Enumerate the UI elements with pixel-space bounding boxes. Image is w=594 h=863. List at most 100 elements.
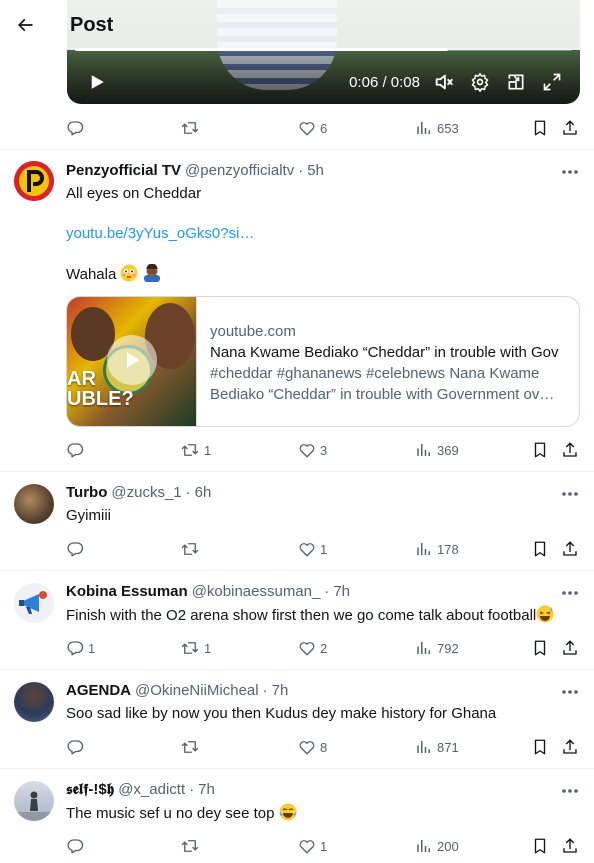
bookmark-button[interactable] (531, 439, 549, 461)
share-button[interactable] (561, 835, 579, 857)
user-handle[interactable]: @penzyofficialtv (185, 162, 294, 179)
reply-button[interactable] (66, 736, 88, 758)
reply-button[interactable]: 1 (66, 637, 95, 659)
avatar[interactable] (14, 781, 54, 821)
heart-icon (299, 444, 315, 458)
share-icon (563, 442, 577, 457)
user-name[interactable]: Kobina Essuman (66, 583, 188, 600)
tweet-time[interactable]: 7h (198, 781, 215, 798)
divider (0, 570, 594, 571)
tweet-time[interactable]: 7h (272, 682, 289, 699)
tweet-actions: 8 871 (66, 736, 582, 758)
link-preview-card[interactable]: AR UBLE? youtube.com Nana Kwame Bediako … (66, 296, 580, 427)
user-handle[interactable]: @x_adictt (118, 781, 185, 798)
like-button[interactable]: 6 (298, 117, 327, 139)
arrow-left-icon (17, 18, 33, 32)
like-button[interactable]: 1 (298, 835, 327, 857)
bookmark-button[interactable] (531, 736, 549, 758)
user-handle[interactable]: @OkineNiiMicheal (135, 682, 259, 699)
share-button[interactable] (561, 439, 579, 461)
avatar[interactable] (14, 583, 54, 623)
views-button[interactable]: 369 (415, 439, 459, 461)
flushed-face-emoji-icon (120, 264, 138, 282)
user-handle[interactable]: @zucks_1 (111, 484, 181, 501)
views-button[interactable]: 871 (415, 736, 459, 758)
more-button[interactable] (558, 583, 582, 603)
like-button[interactable]: 3 (298, 439, 327, 461)
views-button[interactable]: 178 (415, 538, 459, 560)
page-title: Post (70, 13, 114, 36)
fullscreen-button[interactable] (534, 64, 570, 100)
more-button[interactable] (558, 484, 582, 504)
tweet-time[interactable]: 6h (195, 484, 212, 501)
views-button[interactable]: 200 (415, 835, 459, 857)
retweet-button[interactable] (180, 538, 204, 560)
settings-button[interactable] (462, 64, 498, 100)
avatar[interactable] (14, 484, 54, 524)
tweet-header: Penzyofficial TV @penzyofficialtv · 5h (66, 162, 324, 179)
bookmark-button[interactable] (531, 538, 549, 560)
link-preview-thumbnail: AR UBLE? (67, 297, 197, 426)
retweet-icon (181, 444, 199, 456)
retweet-button[interactable]: 1 (180, 439, 211, 461)
user-name[interactable]: AGENDA (66, 682, 131, 699)
share-button[interactable] (561, 538, 579, 560)
share-button[interactable] (561, 637, 579, 659)
share-icon (563, 838, 577, 853)
avatar[interactable] (14, 682, 54, 722)
retweet-button[interactable] (180, 117, 204, 139)
reply-button[interactable] (66, 538, 88, 560)
tweet-text: Gyimiii (66, 507, 111, 524)
bookmark-button[interactable] (531, 637, 549, 659)
divider (0, 149, 594, 150)
views-icon (417, 741, 430, 753)
user-name[interactable]: 𝖘𝖊𝖑𝖋-!$𝖍 (66, 781, 114, 798)
retweet-button[interactable]: 1 (180, 637, 211, 659)
tweet-header: Kobina Essuman @kobinaessuman_ · 7h (66, 583, 351, 600)
avatar[interactable] (14, 161, 54, 201)
person-facepalm-emoji-icon (143, 264, 161, 282)
tweet-header: 𝖘𝖊𝖑𝖋-!$𝖍 @x_adictt · 7h (66, 781, 215, 798)
retweet-button[interactable] (180, 835, 204, 857)
reply-icon (67, 641, 84, 656)
play-button[interactable] (79, 64, 115, 100)
tweet-text: The music sef u no dey see top (66, 803, 297, 824)
main-tweet-actions: 6 653 (66, 117, 582, 139)
tweet-actions: 1 200 (66, 835, 582, 857)
tweet-header: Turbo @zucks_1 · 6h (66, 484, 212, 501)
like-button[interactable]: 8 (298, 736, 327, 758)
more-button[interactable] (558, 162, 582, 182)
back-button[interactable] (0, 0, 50, 50)
share-button[interactable] (561, 736, 579, 758)
tweet-time[interactable]: 5h (307, 162, 324, 179)
views-button[interactable]: 792 (415, 637, 459, 659)
user-name[interactable]: Turbo (66, 484, 107, 501)
reply-button[interactable] (66, 835, 88, 857)
bookmark-button[interactable] (531, 835, 549, 857)
retweet-icon (181, 543, 199, 555)
like-button[interactable]: 2 (298, 637, 327, 659)
views-button[interactable]: 653 (415, 117, 459, 139)
mute-button[interactable] (426, 64, 462, 100)
tweet-link[interactable]: youtu.be/3yYus_oGks0?si… (66, 224, 254, 244)
tweet-time[interactable]: 7h (333, 583, 350, 600)
reply-button[interactable] (66, 439, 88, 461)
user-handle[interactable]: @kobinaessuman_ (192, 583, 321, 600)
like-button[interactable]: 1 (298, 538, 327, 560)
pip-button[interactable] (498, 64, 534, 100)
tweet-actions: 1 3 369 (66, 439, 582, 461)
grinning-sweat-emoji-icon (536, 605, 554, 623)
divider (0, 669, 594, 670)
retweet-button[interactable] (180, 736, 204, 758)
heart-icon (299, 741, 315, 755)
play-icon (127, 352, 140, 368)
share-button[interactable] (561, 117, 579, 139)
retweet-icon (181, 741, 199, 753)
user-name[interactable]: Penzyofficial TV (66, 162, 181, 179)
bookmark-button[interactable] (531, 117, 549, 139)
tweet-header: AGENDA @OkineNiiMicheal · 7h (66, 682, 289, 699)
reply-button[interactable] (66, 117, 88, 139)
link-description: #cheddar #ghananews #celebnews Nana Kwam… (210, 365, 540, 382)
more-button[interactable] (558, 682, 582, 702)
more-button[interactable] (558, 781, 582, 801)
